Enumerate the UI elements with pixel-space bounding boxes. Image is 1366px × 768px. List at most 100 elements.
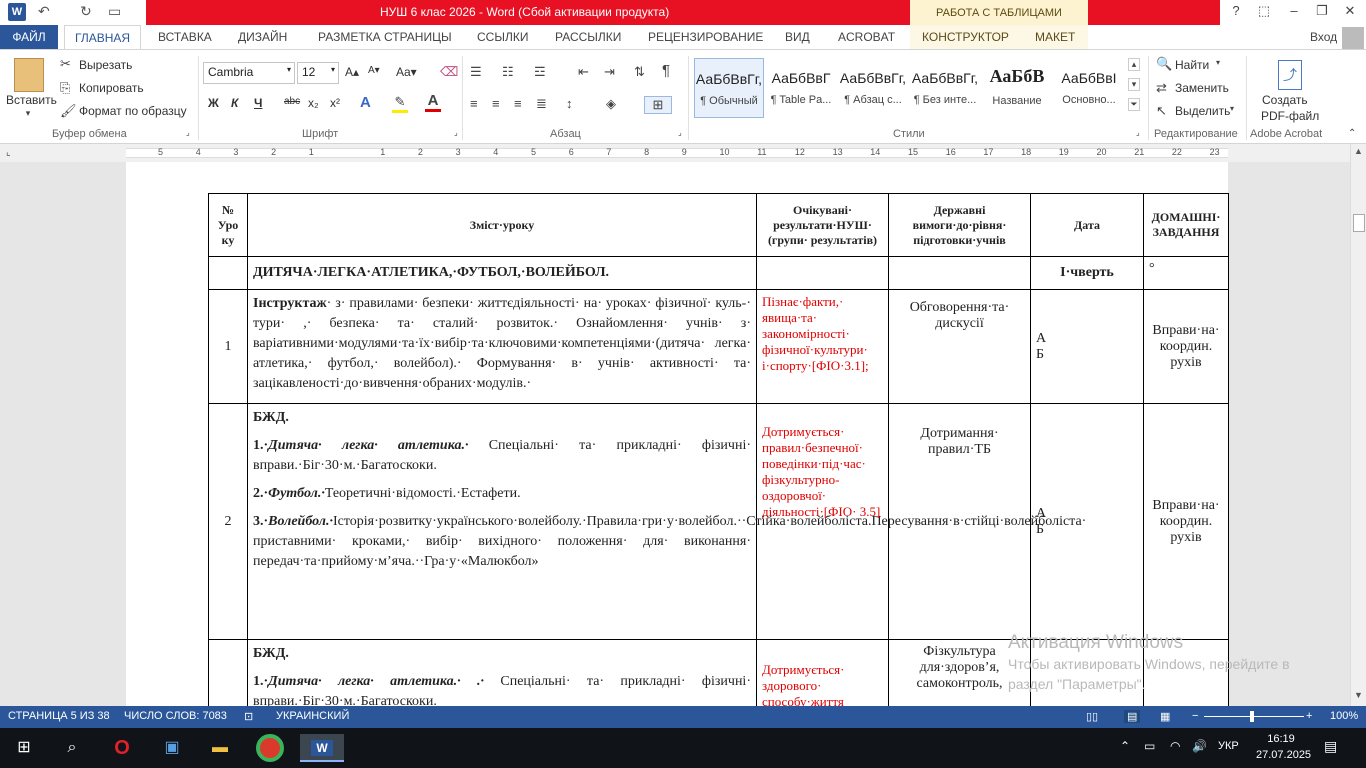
date-cell[interactable]: АБ (1030, 289, 1144, 404)
strikethrough-button[interactable]: abc (284, 96, 300, 107)
zoom-level[interactable]: 100% (1330, 710, 1358, 722)
tab-table-layout[interactable]: МАКЕТ (1035, 25, 1075, 49)
document-page[interactable]: № Уро ку Зміст·уроку Очікувані· результа… (126, 162, 1229, 706)
minimize-button[interactable]: – (1280, 3, 1308, 18)
tab-review[interactable]: РЕЦЕНЗИРОВАНИЕ (648, 25, 763, 49)
text-effects-icon[interactable]: A (360, 94, 371, 111)
cut-button[interactable]: Вырезать (79, 58, 132, 72)
section-results-cell[interactable] (756, 256, 889, 290)
user-avatar[interactable] (1342, 27, 1364, 49)
find-button[interactable]: Найти (1175, 58, 1209, 72)
section-homework[interactable]: ° (1143, 256, 1229, 290)
lesson-content[interactable]: БЖД. 1.·Дитяча· легка· атлетика.· Спеціа… (247, 403, 1086, 640)
zoom-slider-thumb[interactable] (1250, 711, 1254, 722)
tab-file[interactable]: ФАЙЛ (0, 25, 58, 49)
decrease-indent-icon[interactable]: ⇤ (578, 64, 589, 80)
change-case-button[interactable]: Aa▾ (396, 65, 417, 79)
show-formatting-icon[interactable]: ¶ (662, 62, 670, 79)
page-indicator[interactable]: СТРАНИЦА 5 ИЗ 38 (8, 710, 110, 722)
notifications-icon[interactable]: ▤ (1324, 738, 1337, 755)
clear-formatting-icon[interactable]: ⌫ (440, 64, 458, 80)
section-requirements-cell[interactable] (888, 256, 1031, 290)
proofing-icon[interactable]: ⊡ (244, 710, 253, 723)
quarter-label[interactable]: І·чверть (1030, 256, 1144, 290)
section-title[interactable]: ДИТЯЧА·ЛЕГКА·АТЛЕТИКА,·ФУТБОЛ,·ВОЛЕЙБОЛ. (247, 256, 757, 290)
lesson-content[interactable]: Інструктаж· з· правилами· безпеки· життє… (247, 289, 757, 404)
input-language[interactable]: УКР (1218, 740, 1239, 752)
style-list-paragraph[interactable]: АаБбВвГг, ¶ Абзац с... (838, 58, 908, 118)
homework[interactable]: Вправи·на· координ. рухів (1143, 289, 1229, 404)
bullets-icon[interactable]: ☰ (470, 64, 482, 80)
state-requirements[interactable]: Обговорення·та· дискусії (888, 289, 1031, 404)
subscript-button[interactable]: x₂ (308, 96, 319, 110)
borders-icon[interactable]: ⊞ (644, 96, 672, 114)
styles-more-icon[interactable]: ⏷ (1128, 98, 1140, 111)
homework[interactable]: Вправи·на· координ. рухів (1143, 403, 1229, 640)
tab-table-design[interactable]: КОНСТРУКТОР (922, 25, 1009, 49)
show-hidden-icons[interactable]: ⌃ (1120, 739, 1130, 753)
shading-icon[interactable]: ◈ (606, 96, 616, 112)
align-right-icon[interactable]: ≡ (514, 96, 522, 111)
language-indicator[interactable]: УКРАИНСКИЙ (276, 710, 349, 722)
tab-acrobat[interactable]: ACROBAT (838, 25, 895, 49)
paste-icon[interactable] (14, 58, 44, 92)
horizontal-ruler[interactable]: ⌞ 5 4 3 2 1 1 2 3 4 5 6 7 8 9 10 11 12 13 14 15 16 17 18 19 20 21… (0, 144, 1350, 162)
highlight-color-icon[interactable]: ✎ (392, 94, 408, 113)
close-button[interactable]: ✕ (1336, 3, 1364, 19)
sort-icon[interactable]: ⇅ (634, 64, 645, 80)
grow-font-button[interactable]: A▴ (345, 65, 359, 79)
align-center-icon[interactable]: ≡ (492, 96, 500, 111)
scroll-up-icon[interactable]: ▲ (1354, 146, 1363, 156)
tab-mailings[interactable]: РАССЫЛКИ (555, 25, 621, 49)
styles-launcher-icon[interactable]: ⌟ (1136, 128, 1140, 137)
scroll-down-icon[interactable]: ▼ (1354, 690, 1363, 700)
redo-icon[interactable]: ↻ (80, 3, 92, 20)
line-spacing-icon[interactable]: ↕ (566, 96, 573, 111)
expected-results[interactable]: Пізнає·факти,· явища·та· закономірності·… (756, 289, 889, 404)
tab-selector-icon[interactable]: ⌞ (6, 147, 11, 158)
numbering-icon[interactable]: ☷ (502, 64, 514, 80)
network-icon[interactable]: ◠ (1170, 739, 1180, 753)
restore-button[interactable]: ❐ (1308, 3, 1336, 19)
collapse-ribbon-icon[interactable]: ⌃ (1348, 128, 1356, 139)
style-table-paragraph[interactable]: АаБбВвГ ¶ Table Pa... (766, 58, 836, 118)
superscript-button[interactable]: x² (330, 96, 340, 110)
lesson-number[interactable]: 1 (208, 289, 248, 404)
tab-layout[interactable]: РАЗМЕТКА СТРАНИЦЫ (318, 25, 452, 49)
volume-icon[interactable]: 🔊 (1192, 739, 1207, 753)
replace-button[interactable]: Заменить (1175, 81, 1229, 95)
create-pdf-label-line1[interactable]: Создать (1262, 93, 1308, 107)
open-folder-icon[interactable]: ▭ (108, 3, 121, 20)
styles-scroll-up-icon[interactable]: ▴ (1128, 58, 1140, 71)
lesson-number[interactable] (208, 639, 248, 706)
tab-references[interactable]: ССЫЛКИ (477, 25, 528, 49)
web-layout-icon[interactable]: ▦ (1160, 710, 1170, 723)
file-explorer-icon[interactable]: ▬ (206, 734, 234, 762)
copy-button[interactable]: Копировать (79, 81, 144, 95)
multilevel-list-icon[interactable]: ☲ (534, 64, 546, 80)
style-normal[interactable]: АаБбВвГг, ¶ Обычный (694, 58, 764, 118)
tab-insert[interactable]: ВСТАВКА (158, 25, 212, 49)
chevron-down-icon[interactable]: ▾ (1230, 104, 1234, 113)
font-name-select[interactable]: Cambria ▾ (203, 62, 295, 84)
lesson-plan-table[interactable]: № Уро ку Зміст·уроку Очікувані· результа… (208, 193, 1229, 706)
read-mode-icon[interactable]: ▯▯ (1086, 710, 1098, 723)
clipboard-launcher-icon[interactable]: ⌟ (186, 128, 190, 137)
control-panel-icon[interactable]: ▣ (158, 734, 186, 762)
chevron-down-icon[interactable]: ▾ (1216, 58, 1220, 67)
align-left-icon[interactable]: ≡ (470, 96, 478, 111)
print-layout-icon[interactable]: ▤ (1124, 710, 1141, 723)
format-painter-button[interactable]: Формат по образцу (79, 104, 187, 118)
bold-button[interactable]: Ж (208, 96, 219, 110)
tab-view[interactable]: ВИД (785, 25, 810, 49)
expected-results[interactable]: Дотримується· здорового· способу·життя (756, 639, 889, 706)
word-taskbar-icon[interactable]: W (300, 734, 344, 762)
lesson-number[interactable]: 2 (208, 403, 248, 640)
chrome-icon[interactable] (256, 734, 284, 762)
shrink-font-button[interactable]: A▾ (368, 65, 380, 76)
opera-icon[interactable]: O (108, 734, 136, 762)
select-button[interactable]: Выделить (1175, 104, 1230, 118)
zoom-out-button[interactable]: − (1192, 710, 1198, 722)
section-number-cell[interactable] (208, 256, 248, 290)
paste-button[interactable]: Вставить (6, 93, 57, 107)
